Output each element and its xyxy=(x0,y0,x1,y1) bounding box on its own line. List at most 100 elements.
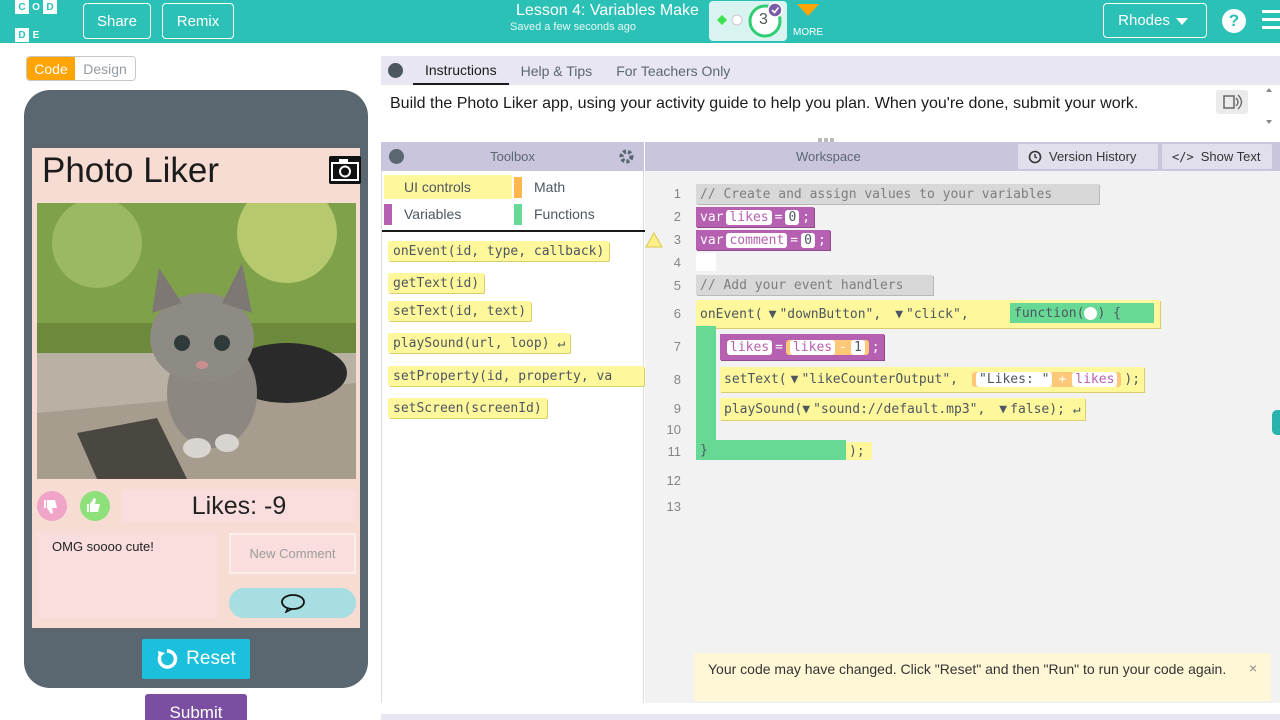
variable-name[interactable]: likes xyxy=(789,339,836,355)
design-mode-button[interactable]: Design xyxy=(75,57,135,80)
semicolon: ; xyxy=(817,232,826,248)
settext-block[interactable]: setText( ▼ "likeCounterOutput", "Likes: … xyxy=(720,367,1145,392)
code-comment[interactable]: // Add your event handlers xyxy=(696,275,933,295)
category-variables[interactable]: Variables xyxy=(384,202,512,226)
sound-url-string[interactable]: "sound://default.mp3", xyxy=(813,402,985,417)
close-paren: ); ↵ xyxy=(1049,401,1081,417)
collapse-icon[interactable] xyxy=(388,63,403,78)
boolean-literal[interactable]: false xyxy=(1010,402,1049,417)
resize-grip[interactable] xyxy=(818,706,838,718)
variable-name[interactable]: likes xyxy=(1072,372,1118,387)
param-slot[interactable] xyxy=(1084,306,1098,320)
tab-instructions[interactable]: Instructions xyxy=(413,56,509,85)
number-literal[interactable]: 1 xyxy=(850,339,865,355)
user-name: Rhodes xyxy=(1118,12,1170,29)
category-divider xyxy=(382,230,645,232)
thumbs-down-button[interactable] xyxy=(37,491,67,521)
assign-operator: = xyxy=(775,339,783,355)
onevent-line: onEvent( ▼ "downButton", ▼ "click", xyxy=(696,304,973,324)
collapse-toolbox-icon[interactable] xyxy=(389,149,404,164)
variable-name[interactable]: likes xyxy=(727,339,773,355)
number-literal[interactable]: 0 xyxy=(801,232,815,248)
dropdown-arrow-icon[interactable]: ▼ xyxy=(769,307,777,322)
reset-button[interactable]: Reset xyxy=(142,639,250,679)
help-icon[interactable]: ? xyxy=(1222,9,1246,33)
block-settext[interactable]: setText(id, text) xyxy=(388,301,532,321)
line-number: 8 xyxy=(673,372,681,387)
comment-button[interactable] xyxy=(229,588,356,618)
dropdown-arrow-icon[interactable]: ▼ xyxy=(999,402,1007,417)
variable-name[interactable]: likes xyxy=(726,209,772,225)
empty-line-block[interactable] xyxy=(696,253,716,271)
math-block[interactable]: likes - 1 xyxy=(785,339,869,355)
more-label: MORE xyxy=(793,27,823,38)
dropdown-arrow-icon[interactable]: ▼ xyxy=(895,307,903,322)
version-history-button[interactable]: Version History xyxy=(1018,144,1158,169)
category-label: UI controls xyxy=(404,179,471,195)
side-panel-tab[interactable] xyxy=(1272,410,1280,435)
tab-teachers-only[interactable]: For Teachers Only xyxy=(604,56,742,85)
number-literal[interactable]: 0 xyxy=(785,209,800,225)
toolbox-body: UI controls Math Variables Functions onE… xyxy=(381,171,645,703)
category-functions[interactable]: Functions xyxy=(514,202,642,226)
code-design-toggle[interactable]: Code Design xyxy=(26,56,136,81)
function-block[interactable]: function( ) { xyxy=(1010,303,1154,323)
settext-keyword: setText( xyxy=(724,372,787,387)
new-comment-input[interactable]: New Comment xyxy=(229,533,356,574)
dropdown-arrow-icon[interactable]: ▼ xyxy=(791,372,799,387)
more-button[interactable]: MORE xyxy=(792,2,824,40)
variable-name[interactable]: comment xyxy=(726,232,788,248)
category-math[interactable]: Math xyxy=(514,175,642,199)
likes-assign-block[interactable]: likes = likes - 1 ; xyxy=(720,334,884,360)
block-gettext[interactable]: getText(id) xyxy=(388,273,485,293)
thumbs-up-button[interactable] xyxy=(80,491,110,521)
remix-button[interactable]: Remix xyxy=(162,3,234,39)
block-playsound[interactable]: playSound(url, loop) ↵ xyxy=(388,333,571,353)
user-menu-button[interactable]: Rhodes xyxy=(1103,3,1207,38)
resize-grip[interactable] xyxy=(818,130,838,142)
level-progress[interactable]: 3 xyxy=(709,1,787,41)
id-string[interactable]: "downButton", xyxy=(779,307,881,322)
onevent-keyword: onEvent( xyxy=(700,306,763,322)
code-org-logo[interactable]: C O D D D E xyxy=(15,0,57,42)
category-ui-controls[interactable]: UI controls xyxy=(384,175,512,199)
concat-block[interactable]: "Likes: " + likes xyxy=(972,372,1122,387)
event-type-string[interactable]: "click", xyxy=(906,307,969,322)
function-keyword: function( xyxy=(1014,305,1085,321)
var-keyword: var xyxy=(700,232,724,248)
submit-button[interactable]: Submit xyxy=(145,694,247,720)
dropdown-arrow-icon[interactable]: ▼ xyxy=(802,402,810,417)
block-onevent[interactable]: onEvent(id, type, callback) xyxy=(388,241,610,261)
gear-icon[interactable] xyxy=(618,148,635,168)
workspace-canvas[interactable] xyxy=(645,171,1280,703)
chevron-down-icon xyxy=(797,4,819,16)
instructions-text: Build the Photo Liker app, using your ac… xyxy=(390,95,1139,112)
block-setproperty[interactable]: setProperty(id, property, va xyxy=(388,366,644,386)
playsound-block[interactable]: playSound( ▼ "sound://default.mp3", ▼ fa… xyxy=(720,398,1085,420)
logo-letter: C xyxy=(15,0,29,14)
assign-operator: = xyxy=(774,209,783,225)
debug-panel-header[interactable] xyxy=(381,714,1280,720)
code-mode-button[interactable]: Code xyxy=(27,57,75,80)
line-number: 7 xyxy=(673,339,681,354)
code-comment[interactable]: // Create and assign values to your vari… xyxy=(696,184,1099,204)
string-literal[interactable]: "Likes: " xyxy=(976,372,1053,387)
semicolon: ; xyxy=(871,339,880,355)
close-icon[interactable]: × xyxy=(1249,660,1257,676)
code-icon: </> xyxy=(1172,149,1194,164)
workspace-title: Workspace xyxy=(796,149,861,164)
toolbox-title: Toolbox xyxy=(490,149,535,164)
text-to-speech-icon[interactable] xyxy=(1216,90,1248,114)
block-setscreen[interactable]: setScreen(screenId) xyxy=(388,398,547,418)
comment-display: OMG soooo cute! xyxy=(37,533,217,618)
var-likes-block[interactable]: var likes = 0 ; xyxy=(696,207,815,227)
hamburger-menu-icon[interactable] xyxy=(1262,10,1280,32)
var-comment-block[interactable]: var comment = 0 ; xyxy=(696,230,830,250)
id-string[interactable]: "likeCounterOutput", xyxy=(801,372,958,387)
instructions-scrollbar[interactable] xyxy=(1266,88,1272,124)
tab-help-tips[interactable]: Help & Tips xyxy=(509,56,605,85)
share-button[interactable]: Share xyxy=(83,3,151,39)
show-text-button[interactable]: </> Show Text xyxy=(1162,144,1272,169)
line-number: 12 xyxy=(666,473,681,488)
warning-icon[interactable] xyxy=(645,231,663,253)
